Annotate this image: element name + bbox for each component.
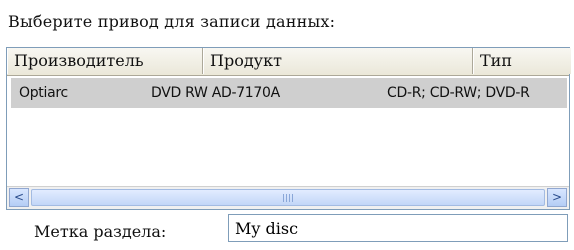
scroll-left-button[interactable]: < [9, 188, 29, 207]
cell-manufacturer: Optiarc [19, 85, 68, 101]
arrow-right-icon: > [551, 190, 563, 204]
arrow-left-icon: < [13, 190, 25, 204]
column-header-product[interactable]: Продукт [203, 48, 473, 74]
scroll-right-button[interactable]: > [547, 188, 567, 207]
column-header-manufacturer[interactable]: Производитель [7, 48, 203, 74]
column-header-type[interactable]: Тип [473, 48, 571, 74]
cell-product: DVD RW AD-7170A [151, 85, 280, 101]
partition-label-input[interactable] [228, 214, 568, 242]
drive-select-prompt: Выберите привод для записи данных: [8, 12, 336, 31]
partition-label-text: Метка раздела: [34, 222, 167, 241]
drive-list[interactable]: Производитель Продукт Тип Optiarc DVD RW… [6, 47, 571, 210]
scroll-thumb[interactable] [31, 189, 545, 206]
drive-list-header: Производитель Продукт Тип [7, 48, 571, 76]
table-row[interactable]: Optiarc DVD RW AD-7170A CD-R; CD-RW; DVD… [11, 78, 567, 108]
horizontal-scrollbar[interactable]: < > [7, 186, 569, 209]
cell-type: CD-R; CD-RW; DVD-R [387, 85, 530, 101]
grip-icon [283, 194, 293, 202]
